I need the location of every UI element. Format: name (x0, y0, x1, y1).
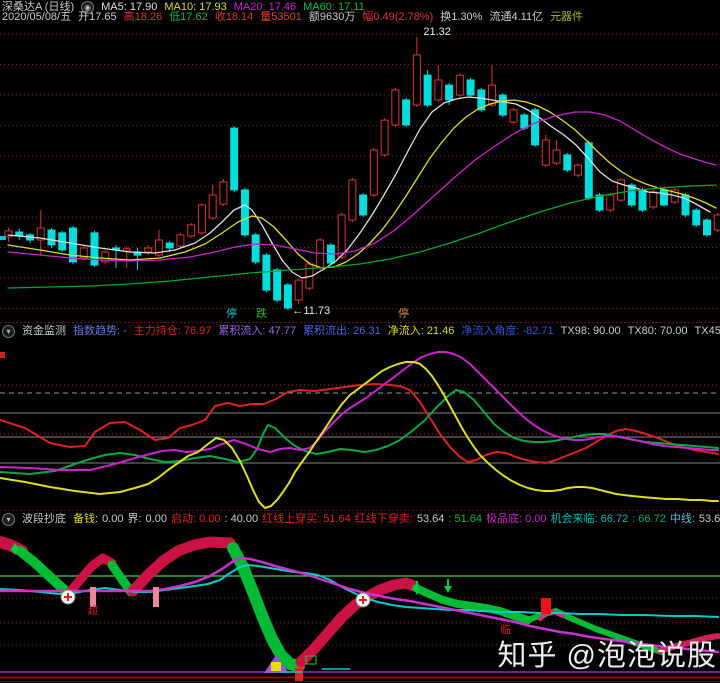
indicator-token: TX45: 45.00 (694, 325, 720, 337)
svg-text:停: 停 (398, 306, 409, 320)
svg-text:停: 停 (226, 306, 237, 320)
indicator-token: 流通4.11亿 (489, 11, 544, 23)
fund-panel-title: 资金监测 (22, 325, 66, 337)
indicator-token: 主力持仓: 76.97 (133, 325, 212, 337)
fund-panel-header: ▾ 资金监测 指数趋势: - 主力持仓: 76.97 累积流入: 47.77 累积流出… (2, 325, 720, 338)
panel-separators (0, 322, 720, 682)
indicator-token: 换1.30% (440, 11, 483, 23)
indicator-token: 备钱: (73, 513, 99, 525)
watermark: 知乎 @泡泡说股 (497, 640, 717, 672)
svg-text:超: 超 (88, 604, 98, 617)
indicator-token: 启动: 0.00 (170, 513, 221, 525)
indicator-token: 低17.62 (169, 11, 208, 23)
indicator-token: 指数趋势: - (73, 325, 127, 337)
wave-indicator-values: 备钱: 0.00 界: 0.00 启动: 0.00: 40.00 红线上穿买: 51.64… (73, 514, 720, 525)
indicator-token: 极品底: 0.00 (486, 513, 547, 525)
wave-panel-header: ▾ 波段抄底 备钱: 0.00 界: 0.00 启动: 0.00: 40.00 红线上穿买… (2, 513, 720, 526)
indicator-token: 高18.26 (123, 11, 163, 23)
chart-canvas[interactable]: 超临21.32←11.73停跌停 (0, 0, 720, 683)
indicator-token: 中线: (669, 513, 695, 525)
indicator-token: 红线上穿买: 51.64 (262, 513, 351, 525)
candlestick-gridlines (0, 33, 720, 309)
fund-indicator-values: 指数趋势: - 主力持仓: 76.97 累积流入: 47.77 累积流出: 26.31… (73, 326, 720, 337)
indicator-token: 53.64 (416, 513, 445, 525)
indicator-token: 0.00 (102, 513, 124, 525)
svg-text:←11.73: ←11.73 (292, 305, 330, 317)
indicator-token: 收18.14 (214, 11, 254, 23)
indicator-token: : 40.00 (224, 513, 259, 525)
quote-row: 2020/05/08/五 开17.65 高18.26 低17.62 收18.14 量535… (2, 12, 720, 23)
indicator-token: 量53501 (260, 11, 302, 23)
indicator-token: 53.67 (698, 513, 720, 525)
collapse-icon[interactable]: ▾ (2, 325, 15, 338)
indicator-token: 机会来临: 66.72 (550, 513, 629, 525)
indicator-token: : 51.64 (448, 513, 483, 525)
indicator-token: 红线下穿卖: (354, 513, 413, 525)
indicator-token: 累积流入: 47.77 (218, 325, 297, 337)
indicator-token: 2020/05/08/五 (2, 11, 72, 23)
indicator-token: 开17.65 (78, 11, 117, 23)
wave-panel-title: 波段抄底 (22, 513, 66, 525)
fund-panel-lines (0, 351, 719, 509)
indicator-token: 0.00 (145, 513, 167, 525)
ma-lines (7, 96, 717, 289)
indicator-token: TX98: 90.00 (560, 325, 621, 337)
indicator-token: 界: (127, 513, 142, 525)
indicator-token: 额9630万 (308, 11, 356, 23)
indicator-token: TX80: 70.00 (627, 325, 688, 337)
indicator-token: 元器件 (550, 11, 584, 23)
indicator-token: : 66.72 (632, 513, 666, 525)
svg-text:21.32: 21.32 (423, 26, 451, 38)
indicator-token: 净流入角度: -82.71 (461, 325, 554, 337)
indicator-token: 净流入: 21.46 (387, 325, 455, 337)
quote-values: 2020/05/08/五 开17.65 高18.26 低17.62 收18.14 量535… (2, 12, 583, 23)
svg-text:跌: 跌 (256, 306, 267, 320)
indicator-token: 累积流出: 26.31 (303, 325, 381, 337)
stock-app-window: 超临 21.32 ←11.73 停跌停 深桑达A (日线) ◉ MA5: 17.90 M… (0, 0, 720, 683)
collapse-icon[interactable]: ▾ (2, 513, 15, 526)
candlestick-series (4, 37, 720, 311)
indicator-token: 幅0.49(2.78%) (362, 11, 434, 23)
